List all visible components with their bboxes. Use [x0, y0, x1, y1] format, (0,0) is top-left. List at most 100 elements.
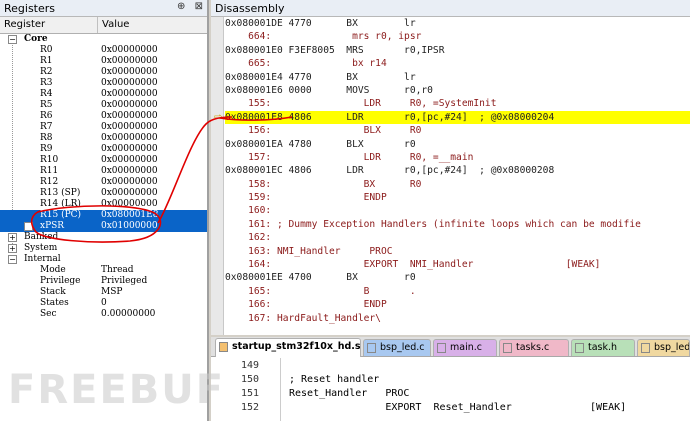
registers-title: Registers — [4, 2, 56, 15]
register-row[interactable]: R15 (PC) 0x080001E8 — [0, 210, 207, 221]
disassembly-line[interactable]: 164: EXPORT NMI_Handler [WEAK] — [225, 258, 690, 271]
disassembly-line[interactable]: 0x080001EC 4806 LDR r0,[pc,#24] ; @0x080… — [225, 164, 690, 177]
expand-icon[interactable]: + — [8, 233, 17, 242]
disassembly-line[interactable]: 0x080001DE 4770 BX lr — [225, 17, 690, 30]
register-value[interactable]: 0x00000000 — [101, 111, 158, 121]
register-row[interactable]: + xPSR 0x01000000 — [0, 221, 207, 232]
register-row[interactable]: R1 0x00000000 — [0, 56, 207, 67]
disassembly-gutter[interactable] — [211, 17, 224, 335]
current-instruction-line[interactable]: 0x080001E8 4806 LDR r0,[pc,#24] ; @0x080… — [225, 110, 690, 125]
register-row[interactable]: R5 0x00000000 — [0, 100, 207, 111]
register-row[interactable]: + Banked — [0, 232, 207, 243]
expand-icon[interactable]: + — [24, 222, 33, 231]
register-value[interactable]: 0x00000000 — [101, 78, 158, 88]
register-row[interactable]: States 0 — [0, 298, 207, 309]
register-row[interactable]: R6 0x00000000 — [0, 111, 207, 122]
register-value[interactable]: 0x00000000 — [101, 45, 158, 55]
code-line[interactable]: 152 EXPORT Reset_Handler [WEAK] — [211, 401, 690, 415]
editor-tab[interactable]: main.c — [433, 339, 497, 356]
column-register[interactable]: Register — [0, 17, 98, 33]
register-value[interactable]: 0x00000000 — [101, 177, 158, 187]
expand-icon[interactable]: + — [8, 244, 17, 253]
editor-tab[interactable]: bsp_led.c — [363, 339, 431, 356]
register-value[interactable]: 0x00000000 — [101, 155, 158, 165]
register-row[interactable]: R9 0x00000000 — [0, 144, 207, 155]
register-row[interactable]: R7 0x00000000 — [0, 122, 207, 133]
register-value[interactable]: Privileged — [101, 276, 147, 286]
register-row[interactable]: R12 0x00000000 — [0, 177, 207, 188]
register-row[interactable]: R10 0x00000000 — [0, 155, 207, 166]
code-line[interactable]: 151 Reset_Handler PROC — [211, 387, 690, 401]
column-value[interactable]: Value — [98, 17, 207, 33]
register-value[interactable]: 0x00000000 — [101, 144, 158, 154]
file-icon — [575, 343, 584, 353]
disassembly-line[interactable]: 159: ENDP — [225, 191, 690, 204]
disassembly-line[interactable]: 665: bx r14 — [225, 57, 690, 70]
register-value[interactable]: 0 — [101, 298, 107, 308]
register-row[interactable]: R14 (LR) 0x00000000 — [0, 199, 207, 210]
register-value[interactable]: 0x00000000 — [101, 122, 158, 132]
register-value[interactable]: 0x00000000 — [101, 100, 158, 110]
disassembly-line[interactable]: 163: NMI_Handler PROC — [225, 245, 690, 258]
register-value[interactable]: 0x00000000 — [101, 188, 158, 198]
register-row[interactable]: R11 0x00000000 — [0, 166, 207, 177]
collapse-icon[interactable]: − — [8, 255, 17, 264]
editor-tab[interactable]: task.h — [571, 339, 635, 356]
disassembly-line[interactable]: 0x080001EA 4780 BLX r0 — [225, 138, 690, 151]
register-row[interactable]: R0 0x00000000 — [0, 45, 207, 56]
register-row[interactable]: Sec 0.00000000 — [0, 309, 207, 320]
register-value[interactable]: 0.00000000 — [101, 309, 155, 319]
disassembly-line[interactable]: 165: B . — [225, 285, 690, 298]
register-row[interactable]: + System — [0, 243, 207, 254]
register-row[interactable]: R8 0x00000000 — [0, 133, 207, 144]
disassembly-line[interactable]: 157: LDR R0, =__main — [225, 151, 690, 164]
disassembly-line[interactable]: 162: — [225, 231, 690, 244]
editor-tab[interactable]: tasks.c — [499, 339, 569, 356]
disassembly-line[interactable]: 161: ; Dummy Exception Handlers (infinit… — [225, 218, 690, 231]
register-value[interactable]: 0x01000000 — [101, 221, 158, 231]
disassembly-line[interactable]: 664: mrs r0, ipsr — [225, 30, 690, 43]
code-line[interactable]: 149 — [211, 359, 690, 373]
register-row[interactable]: R4 0x00000000 — [0, 89, 207, 100]
register-value[interactable]: MSP — [101, 287, 122, 297]
close-icon[interactable]: ⊠ — [195, 1, 203, 12]
register-row[interactable]: R2 0x00000000 — [0, 67, 207, 78]
register-name: R2 — [40, 67, 53, 77]
register-row[interactable]: Privilege Privileged — [0, 276, 207, 287]
register-row[interactable]: − Core — [0, 34, 207, 45]
disassembly-line[interactable]: 0x080001EE 4700 BX r0 — [225, 271, 690, 284]
register-value[interactable]: 0x00000000 — [101, 56, 158, 66]
register-value[interactable]: Thread — [101, 265, 134, 275]
register-value[interactable]: 0x00000000 — [101, 89, 158, 99]
register-value[interactable]: 0x00000000 — [101, 67, 158, 77]
disassembly-line[interactable]: 155: LDR R0, =SystemInit — [225, 97, 690, 110]
disassembly-listing[interactable]: 0x080001DE 4770 BX lr 664: mrs r0, ipsr 0… — [225, 17, 690, 325]
register-value[interactable]: 0x080001E8 — [101, 210, 158, 220]
register-row[interactable]: Mode Thread — [0, 265, 207, 276]
register-row[interactable]: − Internal — [0, 254, 207, 265]
register-row[interactable]: Stack MSP — [0, 287, 207, 298]
register-value[interactable]: 0x00000000 — [101, 199, 158, 209]
editor-code[interactable]: 149 150 ; Reset handler 151 Reset_Handler PR… — [211, 359, 690, 415]
register-value[interactable]: 0x00000000 — [101, 133, 158, 143]
disassembly-line[interactable]: 166: ENDP — [225, 298, 690, 311]
disassembly-line[interactable]: 158: BX R0 — [225, 178, 690, 191]
code-line[interactable]: 150 ; Reset handler — [211, 373, 690, 387]
disassembly-line[interactable]: 156: BLX R0 — [225, 124, 690, 137]
register-row[interactable]: R13 (SP) 0x00000000 — [0, 188, 207, 199]
disassembly-text: 159: ENDP — [225, 192, 387, 204]
disassembly-line[interactable]: 0x080001E4 4770 BX lr — [225, 71, 690, 84]
code-text: EXPORT Reset_Handler [WEAK] — [289, 402, 627, 413]
disassembly-line[interactable]: 167: HardFault_Handler\ — [225, 312, 690, 325]
pin-icon[interactable]: ⊕ — [177, 1, 185, 12]
disassembly-line[interactable]: 0x080001E6 0000 MOVS r0,r0 — [225, 84, 690, 97]
disassembly-line[interactable]: 0x080001E0 F3EF8005 MRS r0,IPSR — [225, 44, 690, 57]
collapse-icon[interactable]: − — [8, 35, 17, 44]
editor-tab[interactable]: bsp_led.h — [637, 339, 690, 356]
code-text: ; Reset handler — [289, 374, 380, 385]
line-number: 150 — [241, 374, 260, 385]
disassembly-line[interactable]: 160: — [225, 204, 690, 217]
register-row[interactable]: R3 0x00000000 — [0, 78, 207, 89]
editor-tab[interactable]: startup_stm32f10x_hd.s — [215, 338, 361, 357]
register-value[interactable]: 0x00000000 — [101, 166, 158, 176]
